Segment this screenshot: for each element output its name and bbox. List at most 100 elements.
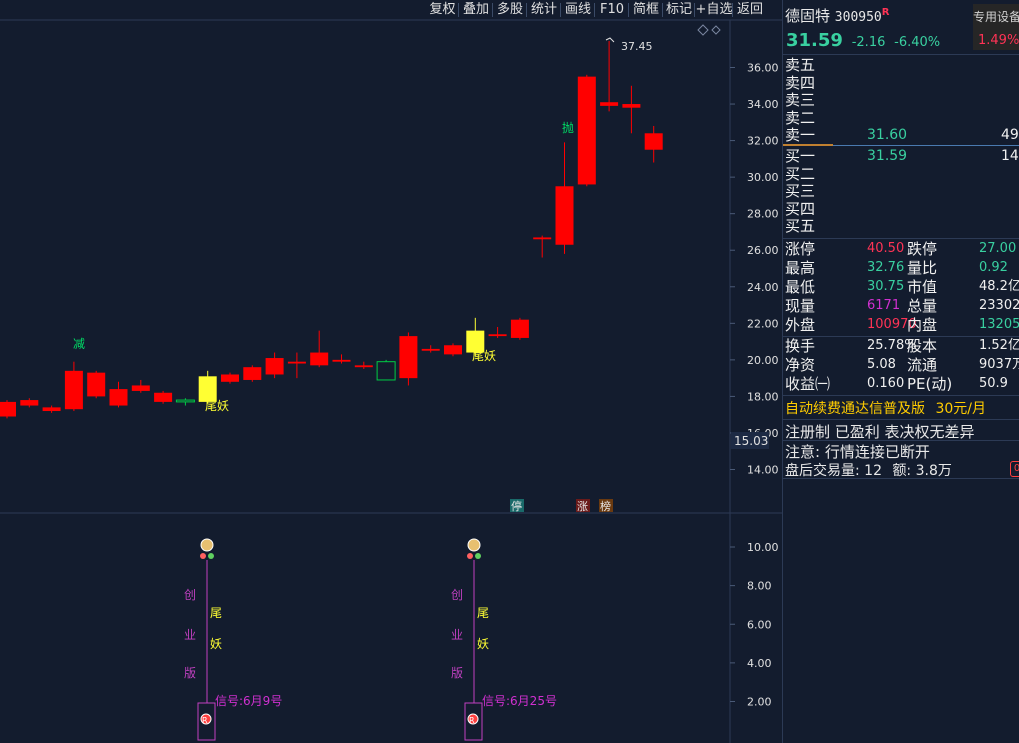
toolbar-button[interactable]: 统计: [527, 0, 561, 20]
candle-body[interactable]: [287, 361, 306, 364]
toolbar-button[interactable]: 多股: [493, 0, 527, 20]
diamond-icon[interactable]: [697, 24, 709, 36]
peak-label: 37.45: [621, 40, 653, 53]
stat-label: PE(动): [907, 375, 953, 393]
stat-label: 净资: [785, 356, 816, 374]
promo-price: 30元/月: [935, 401, 986, 417]
divider: [783, 238, 1019, 239]
candle-body[interactable]: [221, 374, 239, 382]
book-divider-accent: [783, 144, 833, 146]
order-book-row[interactable]: 卖二: [783, 109, 1019, 127]
order-price: 31.60: [867, 127, 908, 144]
order-book-row[interactable]: 买一 31.59 14: [783, 147, 1019, 165]
sector-box[interactable]: 专用设备 1.49%: [973, 4, 1019, 50]
price-tick-label: 14.00: [747, 464, 779, 477]
toolbar-button[interactable]: 叠加: [459, 0, 493, 20]
sector-pct: 1.49%: [978, 33, 1019, 48]
candle-body[interactable]: [533, 237, 552, 240]
kline-chart[interactable]: 36.00 34.00 32.00 30.00 28.00 26.00 24.00 22.00…: [0, 0, 782, 743]
diamond-small-icon[interactable]: [711, 25, 721, 35]
candle-body[interactable]: [310, 352, 329, 366]
order-book-row[interactable]: 卖四: [783, 74, 1019, 92]
toolbar-button[interactable]: 复权: [426, 0, 459, 20]
candle-body[interactable]: [644, 133, 663, 150]
stat-label: 流通: [907, 356, 938, 374]
order-level-label: 买二: [785, 164, 816, 183]
price-axis: 36.00 34.00 32.00 30.00 28.00 26.00 24.00 22.00…: [730, 62, 779, 477]
signal-1-tag2-a: 尾: [210, 606, 222, 620]
order-book-row[interactable]: 买二: [783, 165, 1019, 183]
candle-body[interactable]: [109, 389, 128, 406]
candle-body[interactable]: [154, 392, 173, 402]
order-level-label: 买一: [785, 147, 816, 165]
signal-1-tag1-b: 业: [184, 628, 196, 642]
toolbar-button[interactable]: 标记: [663, 0, 695, 20]
toolbar-button[interactable]: F10: [595, 0, 629, 20]
toolbar-button[interactable]: 返回: [733, 0, 767, 20]
candle-body[interactable]: [42, 407, 61, 412]
candle-body[interactable]: [399, 336, 418, 379]
stats-row: 外盘100970内盘132050: [783, 316, 1019, 334]
candle-body[interactable]: [87, 372, 106, 397]
candle-body[interactable]: [376, 361, 396, 381]
promo-line[interactable]: 自动续费通达信普及版 30元/月: [785, 398, 986, 418]
dot-icon: [208, 553, 214, 559]
candle-body[interactable]: [64, 370, 83, 410]
candle-body[interactable]: [20, 400, 39, 406]
price-tick-label: 28.00: [747, 208, 779, 221]
candle-body[interactable]: [243, 367, 262, 380]
stats-row: 现量 6171 总量 233020: [783, 297, 1019, 315]
toolbar-button[interactable]: 简框: [629, 0, 663, 20]
candle-body[interactable]: [131, 385, 150, 391]
order-book-row[interactable]: 卖五: [783, 56, 1019, 74]
r-badge-text: R: [202, 716, 208, 725]
order-book-row[interactable]: 卖三: [783, 91, 1019, 109]
info-badge[interactable]: 0: [1010, 461, 1019, 477]
stat-label: 外盘: [785, 316, 816, 334]
stat-label: 市值: [907, 278, 938, 296]
order-book-row[interactable]: 卖一 31.60 49: [783, 126, 1019, 144]
toolbar-button[interactable]: +自选: [695, 0, 733, 20]
divider: [783, 395, 1019, 396]
candle-body[interactable]: [555, 186, 574, 245]
order-book-row[interactable]: 买三: [783, 182, 1019, 200]
stats-row: 换手 25.78% 股本 1.52亿: [783, 337, 1019, 355]
signal-1-tag1-c: 版: [184, 666, 196, 680]
sector-label: 专用设备: [973, 10, 1019, 24]
toolbar-button[interactable]: 画线: [561, 0, 595, 20]
candle-body[interactable]: [175, 399, 195, 403]
order-volume: 49: [1001, 127, 1019, 144]
candle-body[interactable]: [0, 401, 16, 417]
kline-chart-area[interactable]: 36.00 34.00 32.00 30.00 28.00 26.00 24.00 22.00…: [0, 0, 782, 743]
candle-body[interactable]: [488, 334, 507, 337]
stat-value: 50.9: [979, 376, 1008, 391]
candle-body[interactable]: [577, 76, 596, 185]
after-hours-amt: 额: 3.8万: [892, 463, 952, 479]
order-book-row[interactable]: 买五: [783, 217, 1019, 235]
candle-body[interactable]: [265, 358, 284, 375]
stat-value: 9037万: [979, 357, 1019, 372]
order-level-label: 买四: [785, 199, 816, 218]
candles-group: [0, 41, 663, 419]
order-book-row[interactable]: 买四: [783, 200, 1019, 218]
indicator-tick-label: 2.00: [747, 696, 772, 709]
stat-value: 32.76: [867, 260, 905, 275]
last-price: 31.59: [786, 30, 843, 51]
r-mark: R: [881, 7, 890, 18]
candle-body[interactable]: [421, 348, 440, 351]
dot-icon: [475, 553, 481, 559]
candle-body[interactable]: [354, 365, 373, 368]
zhang-badge-text: 涨: [577, 500, 588, 513]
ting-badge-text: 停: [511, 499, 522, 513]
candle-body[interactable]: [332, 359, 351, 362]
candle-body[interactable]: [510, 319, 529, 338]
change-pct: -6.40%: [894, 35, 941, 50]
candle-body[interactable]: [622, 104, 641, 108]
candle-body[interactable]: [444, 345, 462, 355]
signal-1-tag2-b: 妖: [210, 637, 222, 651]
stats-row: 收益㈠ 0.160 PE(动) 50.9: [783, 375, 1019, 393]
candle-body[interactable]: [600, 102, 619, 106]
stat-value: 27.00: [979, 241, 1017, 256]
order-level-label: 卖五: [785, 56, 816, 74]
change: -2.16: [851, 35, 886, 50]
